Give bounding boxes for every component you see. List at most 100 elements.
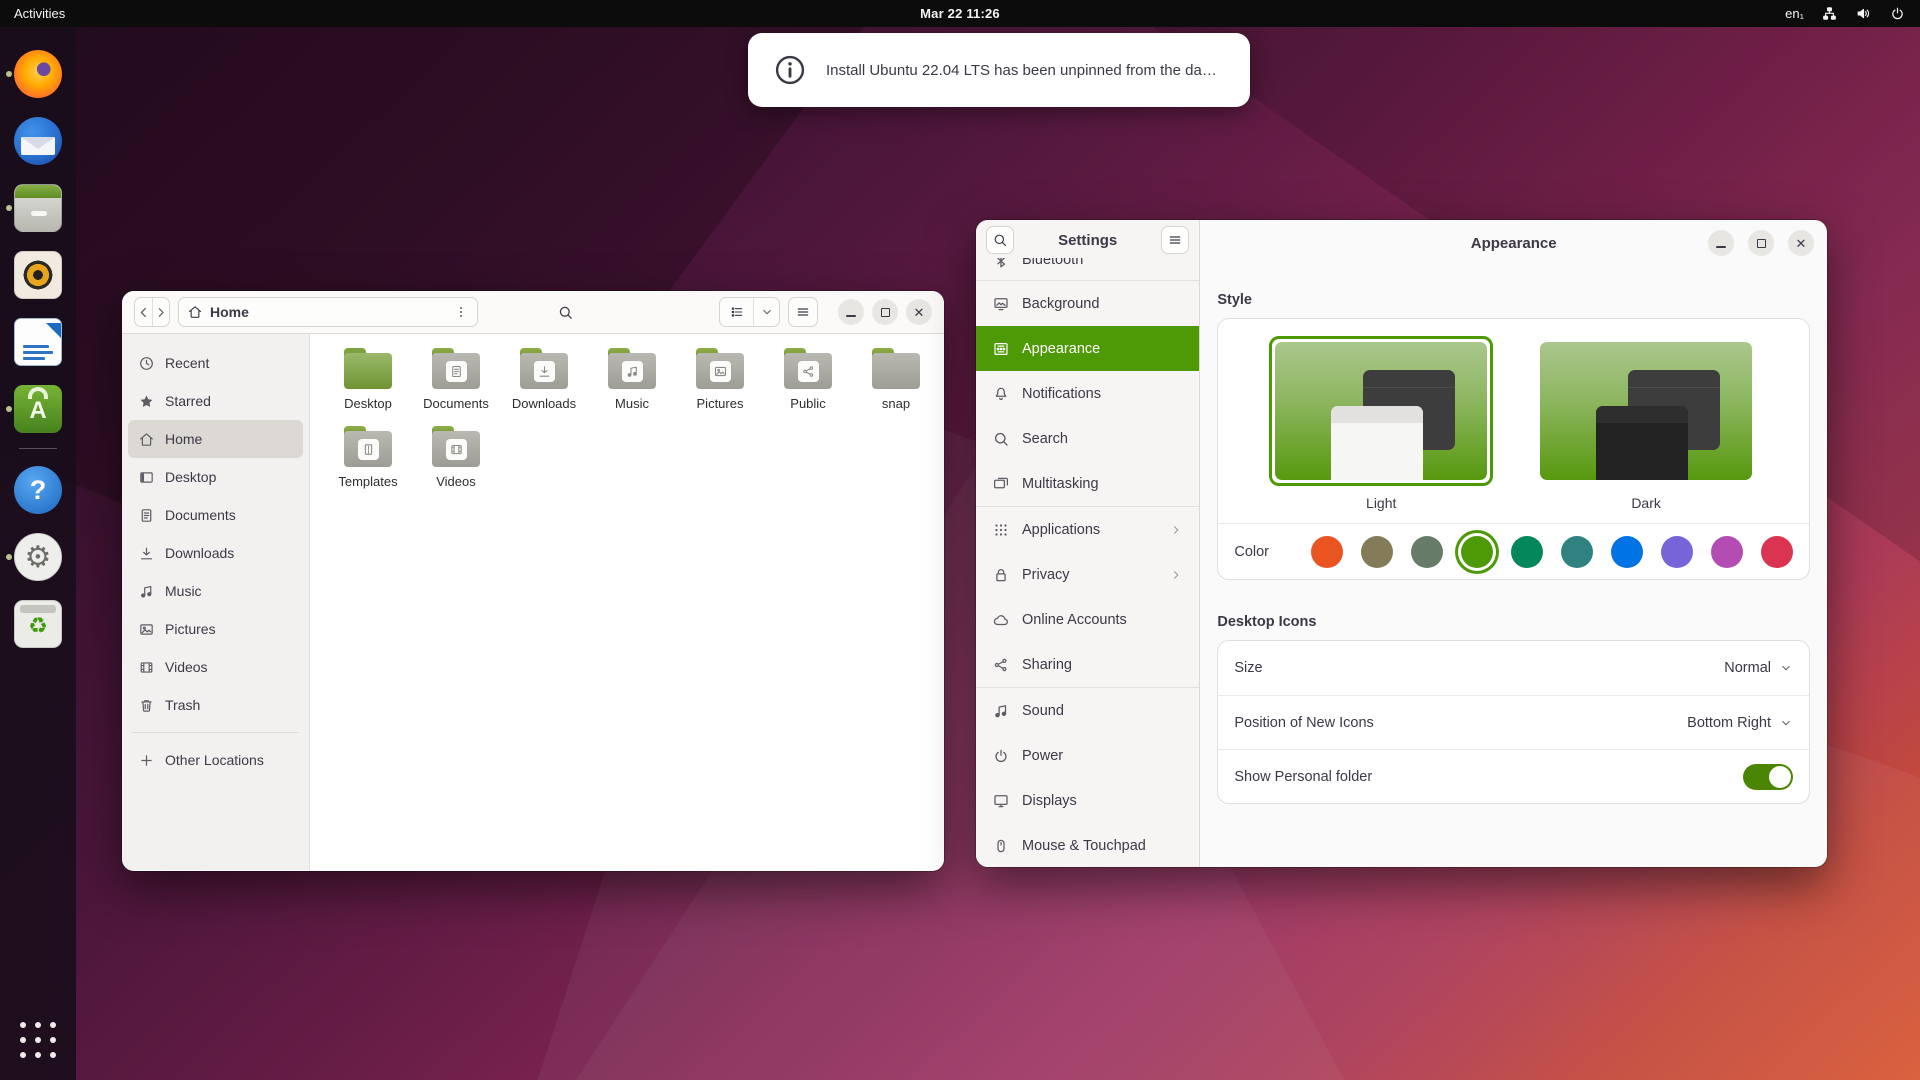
list-view-icon[interactable] (720, 298, 753, 326)
settings-item-sharing[interactable]: Sharing (976, 642, 1199, 687)
settings-item-mouse-touchpad[interactable]: Mouse & Touchpad (976, 823, 1199, 867)
sidebar-item-other-locations[interactable]: Other Locations (128, 741, 303, 779)
settings-item-appearance[interactable]: Appearance (976, 326, 1199, 371)
settings-item-multitasking[interactable]: Multitasking (976, 461, 1199, 506)
folder-pictures[interactable]: Pictures (676, 344, 764, 422)
swatch-viridian[interactable] (1511, 536, 1543, 568)
folder-videos[interactable]: Videos (412, 422, 500, 500)
swatch-magenta[interactable] (1711, 536, 1743, 568)
folder-icon (431, 426, 481, 468)
chevron-down-icon (1779, 716, 1793, 730)
power-icon[interactable] (1889, 5, 1906, 22)
folder-downloads[interactable]: Downloads (500, 344, 588, 422)
size-row[interactable]: Size Normal (1218, 641, 1809, 695)
dock-item-help[interactable]: ? (0, 466, 76, 514)
folder-icon (783, 348, 833, 390)
keyboard-layout-indicator[interactable]: en₁ (1785, 6, 1804, 21)
folder-icon (607, 348, 657, 390)
folder-documents[interactable]: Documents (412, 344, 500, 422)
files-content-grid: Desktop Documents Downloads Music Pictur… (310, 334, 944, 870)
show-personal-folder-row: Show Personal folder (1218, 749, 1809, 803)
clock[interactable]: Mar 22 11:26 (920, 6, 1000, 21)
activities-button[interactable]: Activities (14, 6, 65, 21)
dock-item-libreoffice-writer[interactable] (0, 318, 76, 366)
swatch-olive-selected[interactable] (1461, 536, 1493, 568)
notification-toast[interactable]: Install Ubuntu 22.04 LTS has been unpinn… (748, 33, 1250, 107)
minimize-button[interactable] (1708, 230, 1734, 256)
desktop-folder-icon (343, 348, 393, 390)
swatch-prussian-green[interactable] (1561, 536, 1593, 568)
style-option-label: Dark (1631, 495, 1661, 511)
folder-music[interactable]: Music (588, 344, 676, 422)
settings-item-online-accounts[interactable]: Online Accounts (976, 597, 1199, 642)
show-applications-button[interactable] (20, 1022, 56, 1058)
close-button[interactable]: ✕ (1788, 230, 1814, 256)
sidebar-item-videos[interactable]: Videos (128, 648, 303, 686)
style-option-dark[interactable] (1534, 336, 1758, 486)
dock-item-trash[interactable]: ♻ (0, 600, 76, 648)
folder-snap[interactable]: snap (852, 344, 940, 422)
dock-item-settings[interactable]: ⚙ (0, 533, 76, 581)
settings-item-displays[interactable]: Displays (976, 778, 1199, 823)
forward-button[interactable] (152, 298, 169, 326)
dock-item-files[interactable] (0, 184, 76, 232)
volume-icon[interactable] (1855, 5, 1872, 22)
maximize-button[interactable] (1748, 230, 1774, 256)
sidebar-item-music[interactable]: Music (128, 572, 303, 610)
sidebar-item-documents[interactable]: Documents (128, 496, 303, 534)
sidebar-item-downloads[interactable]: Downloads (128, 534, 303, 572)
notification-message: Install Ubuntu 22.04 LTS has been unpinn… (826, 62, 1217, 79)
folder-templates[interactable]: Templates (324, 422, 412, 500)
files-menu-button[interactable] (788, 297, 818, 327)
swatch-sage[interactable] (1411, 536, 1443, 568)
sidebar-item-recent[interactable]: Recent (128, 344, 303, 382)
back-button[interactable] (135, 298, 152, 326)
settings-item-applications[interactable]: Applications (976, 507, 1199, 552)
swatch-bark[interactable] (1361, 536, 1393, 568)
info-icon (772, 52, 808, 88)
minimize-button[interactable] (838, 299, 864, 325)
sidebar-item-home[interactable]: Home (128, 420, 303, 458)
dock-item-ubuntu-software[interactable]: A (0, 385, 76, 433)
path-bar[interactable]: Home (178, 297, 478, 327)
settings-item-privacy[interactable]: Privacy (976, 552, 1199, 597)
search-button[interactable] (550, 297, 580, 327)
sidebar-item-trash[interactable]: Trash (128, 686, 303, 724)
style-option-light[interactable] (1269, 336, 1493, 486)
dock-item-rhythmbox[interactable] (0, 251, 76, 299)
swatch-red[interactable] (1761, 536, 1793, 568)
dock-item-thunderbird[interactable] (0, 117, 76, 165)
settings-item-bluetooth[interactable]: Bluetooth (976, 258, 1199, 280)
position-of-new-icons-row[interactable]: Position of New Icons Bottom Right (1218, 695, 1809, 749)
settings-item-sound[interactable]: Sound (976, 688, 1199, 733)
folder-public[interactable]: Public (764, 344, 852, 422)
sidebar-item-pictures[interactable]: Pictures (128, 610, 303, 648)
path-menu-kebab-icon[interactable] (453, 304, 469, 320)
swatch-orange[interactable] (1311, 536, 1343, 568)
close-button[interactable]: ✕ (906, 299, 932, 325)
dock-item-firefox[interactable] (0, 50, 76, 98)
sidebar-item-desktop[interactable]: Desktop (128, 458, 303, 496)
maximize-button[interactable] (872, 299, 898, 325)
settings-item-notifications[interactable]: Notifications (976, 371, 1199, 416)
view-options-chevron-icon[interactable] (753, 298, 779, 326)
position-label: Position of New Icons (1234, 715, 1373, 731)
settings-item-search[interactable]: Search (976, 416, 1199, 461)
show-personal-folder-toggle[interactable] (1743, 764, 1793, 790)
size-value: Normal (1724, 660, 1771, 676)
network-icon[interactable] (1821, 5, 1838, 22)
settings-search-button[interactable] (986, 226, 1014, 254)
sidebar-item-starred[interactable]: Starred (128, 382, 303, 420)
settings-menu-button[interactable] (1161, 226, 1189, 254)
home-icon (187, 304, 203, 320)
size-label: Size (1234, 660, 1262, 676)
dock-separator (19, 448, 57, 449)
chevron-down-icon (1779, 661, 1793, 675)
view-toggle[interactable] (719, 297, 780, 327)
folder-desktop[interactable]: Desktop (324, 344, 412, 422)
settings-item-background[interactable]: Background (976, 281, 1199, 326)
settings-item-power[interactable]: Power (976, 733, 1199, 778)
swatch-purple[interactable] (1661, 536, 1693, 568)
swatch-blue[interactable] (1611, 536, 1643, 568)
folder-icon (343, 426, 393, 468)
